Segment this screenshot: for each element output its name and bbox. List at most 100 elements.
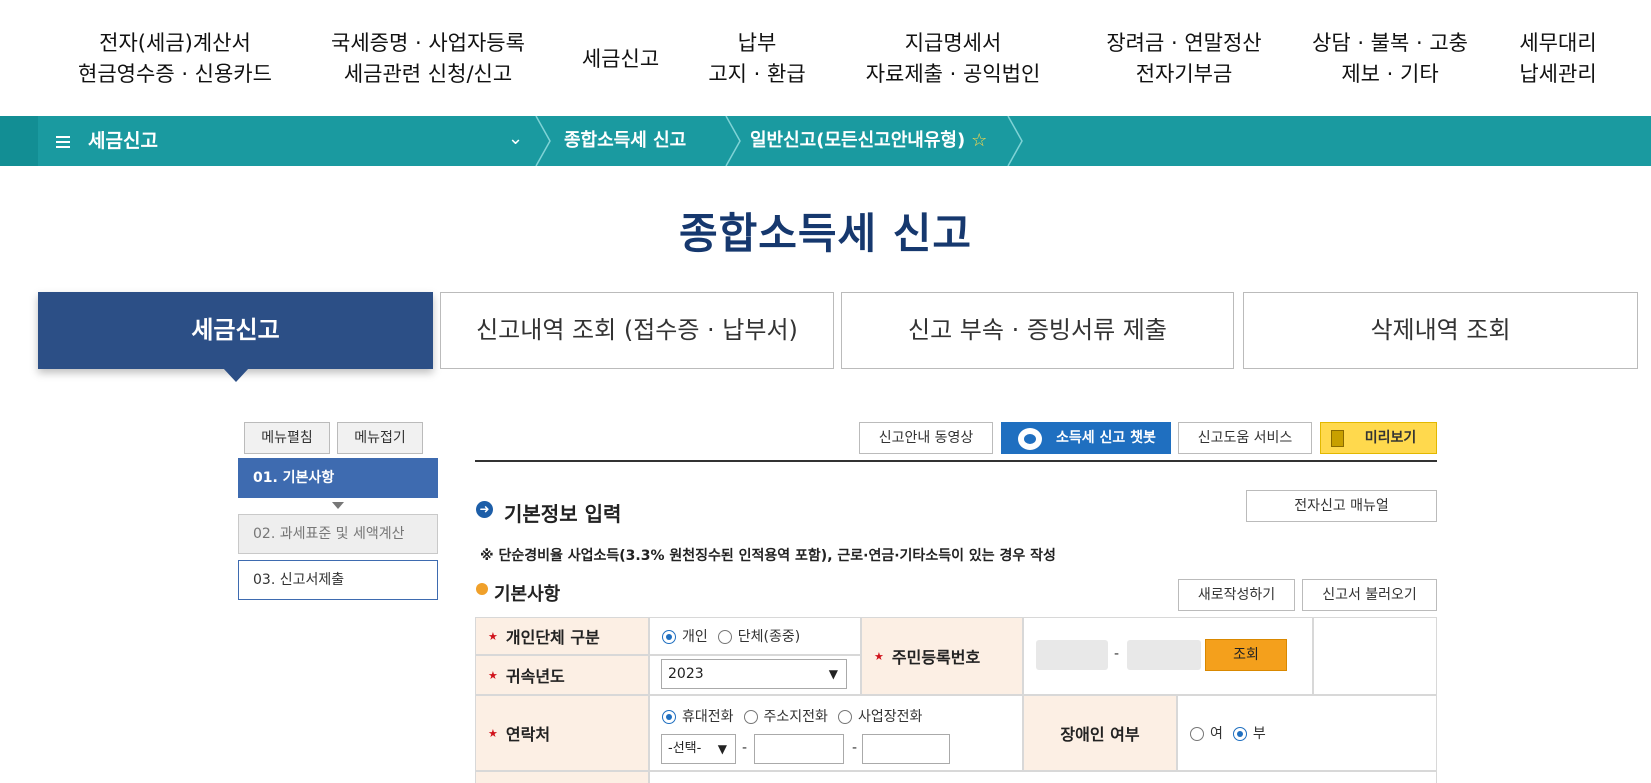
tab-tax-filing[interactable]: 세금신고 [38, 292, 433, 382]
nav-item-line1: 세금신고 [581, 47, 660, 71]
breadcrumb-separator-icon [535, 116, 551, 166]
contact-option-label: 주소지전화 [763, 709, 828, 725]
breadcrumb-general-filing-label: 일반신고(모든신고안내유형) [750, 130, 966, 151]
nav-item-line1: 세무대리 [1519, 31, 1597, 55]
preview-button[interactable]: 미리보기 [1320, 422, 1437, 454]
year-label-text: 귀속년도 [505, 667, 565, 686]
breadcrumb-income-tax[interactable]: 종합소득세 신고 [564, 116, 686, 166]
nav-item-tax-filing[interactable]: 세금신고 [563, 44, 678, 75]
section-note: ※ 단순경비율 사업소득(3.3% 원천징수된 인적용역 포함), 근로·연금·… [480, 548, 1056, 564]
page-title: 종합소득세 신고 [678, 209, 973, 258]
new-form-button[interactable]: 새로작성하기 [1178, 579, 1295, 611]
nav-item-line1: 전자(세금)계산서 [99, 31, 251, 55]
chevron-down-icon: ▼ [828, 667, 838, 681]
step-submit[interactable]: 03. 신고서제출 [238, 560, 438, 600]
required-icon: ★ [874, 649, 884, 663]
rrn-separator: - [1114, 646, 1120, 662]
nav-item-consultation[interactable]: 상담 · 불복 · 고충 제보 · 기타 [1300, 28, 1480, 90]
section-title: 기본정보 입력 [504, 502, 622, 526]
nav-item-e-invoice[interactable]: 전자(세금)계산서 현금영수증 · 신용카드 [60, 28, 290, 90]
nav-item-incentives[interactable]: 장려금 · 연말정산 전자기부금 [1086, 28, 1282, 90]
radio-unchecked-icon[interactable] [743, 710, 758, 724]
phone-prefix-value: -선택- [668, 741, 702, 756]
radio-unchecked-icon[interactable] [1190, 727, 1204, 741]
e-filing-manual-button[interactable]: 전자신고 매뉴얼 [1246, 490, 1437, 522]
type-label-text: 개인단체 구분 [505, 628, 600, 647]
chatbot-icon [1018, 428, 1042, 450]
type-option-individual[interactable]: 개인 [662, 626, 708, 646]
disabled-option-yes[interactable]: 여 [1190, 723, 1223, 743]
disabled-option-no[interactable]: 부 [1232, 723, 1266, 743]
rrn-label-text: 주민등록번호 [891, 648, 981, 667]
chevron-down-icon: ▼ [717, 742, 727, 756]
video-guide-button[interactable]: 신고안내 동영상 [859, 422, 993, 454]
breadcrumb-bar-inner: 세금신고 ⌄ 종합소득세 신고 일반신고(모든신고안내유형) ☆ [38, 116, 1651, 166]
chevron-down-icon[interactable]: ⌄ [508, 128, 523, 149]
document-icon [1331, 430, 1344, 447]
radio-unchecked-icon[interactable] [717, 630, 732, 644]
chatbot-button[interactable]: 소득세 신고 챗봇 [1001, 422, 1171, 454]
toolbar-divider [475, 460, 1437, 462]
phone-middle-input[interactable] [754, 734, 844, 764]
contact-option-label: 휴대전화 [682, 709, 734, 725]
phone-separator: - [852, 740, 858, 756]
type-option-label: 단체(종중) [737, 629, 801, 645]
tab-label: 세금신고 [191, 316, 280, 344]
rrn-front-masked[interactable] [1036, 640, 1108, 670]
type-option-group[interactable]: 단체(종중) [717, 626, 801, 646]
nav-item-tax-agent[interactable]: 세무대리 납세관리 [1508, 28, 1608, 90]
breadcrumb-general-filing[interactable]: 일반신고(모든신고안내유형) ☆ [750, 116, 987, 166]
nav-item-line1: 납부 [737, 31, 777, 55]
nav-item-line2: 자료제출 · 공익법인 [865, 62, 1041, 86]
tab-filing-history[interactable]: 신고내역 조회 (접수증 · 납부서) [440, 292, 834, 369]
phone-separator: - [742, 740, 748, 756]
step-basic-info[interactable]: 01. 기본사항 [238, 458, 438, 498]
next-row-label [475, 771, 649, 783]
rrn-back-masked[interactable] [1127, 640, 1201, 670]
nav-item-line2: 전자기부금 [1135, 62, 1233, 86]
star-icon[interactable]: ☆ [971, 130, 987, 151]
nav-item-line2: 현금영수증 · 신용카드 [78, 62, 272, 86]
contact-label: ★ 연락처 [475, 695, 649, 771]
menu-expand-button[interactable]: 메뉴펼침 [244, 422, 330, 454]
nav-item-line1: 지급명세서 [904, 31, 1002, 55]
type-label: ★ 개인단체 구분 [475, 617, 649, 655]
contact-option-business[interactable]: 사업장전화 [837, 706, 922, 726]
query-button[interactable]: 조회 [1205, 639, 1287, 671]
tab-attachments[interactable]: 신고 부속 · 증빙서류 제출 [841, 292, 1234, 369]
help-service-button[interactable]: 신고도움 서비스 [1178, 422, 1312, 454]
contact-option-home[interactable]: 주소지전화 [743, 706, 828, 726]
step-tax-calculation[interactable]: 02. 과세표준 및 세액계산 [238, 514, 438, 554]
radio-checked-icon[interactable] [662, 630, 676, 644]
load-form-button[interactable]: 신고서 불러오기 [1302, 579, 1437, 611]
year-select[interactable]: 2023 ▼ [661, 659, 847, 689]
preview-label: 미리보기 [1364, 430, 1417, 446]
radio-checked-icon[interactable] [1232, 727, 1247, 741]
breadcrumb-separator-icon [1007, 116, 1023, 166]
tab-pointer-icon [222, 368, 249, 382]
radio-checked-icon[interactable] [662, 710, 676, 724]
nav-item-line2: 제보 · 기타 [1341, 62, 1439, 86]
nav-item-payment[interactable]: 납부 고지 · 환급 [692, 28, 822, 90]
type-radio-group: 개인 단체(종중) [649, 617, 861, 655]
step-arrow-icon [332, 502, 344, 509]
contact-option-mobile[interactable]: 휴대전화 [662, 706, 734, 726]
type-option-label: 개인 [682, 629, 708, 645]
phone-prefix-select[interactable]: -선택- ▼ [661, 734, 736, 764]
tab-deleted-history[interactable]: 삭제내역 조회 [1243, 292, 1638, 369]
nav-item-payment-statements[interactable]: 지급명세서 자료제출 · 공익법인 [848, 28, 1058, 90]
required-icon: ★ [488, 629, 498, 643]
menu-toggle-button[interactable]: 세금신고 [38, 116, 538, 166]
tab-label: 신고 부속 · 증빙서류 제출 [908, 316, 1167, 344]
nav-item-line1: 상담 · 불복 · 고충 [1312, 31, 1468, 55]
breadcrumb-bar: 세금신고 ⌄ 종합소득세 신고 일반신고(모든신고안내유형) ☆ [0, 116, 1651, 166]
nav-item-certificates[interactable]: 국세증명 · 사업자등록 세금관련 신청/신고 [308, 28, 548, 90]
empty-cell [1313, 617, 1437, 695]
phone-last-input[interactable] [862, 734, 950, 764]
rrn-label: ★ 주민등록번호 [861, 617, 1023, 695]
menu-collapse-button[interactable]: 메뉴접기 [337, 422, 423, 454]
subsection-title: 기본사항 [494, 584, 561, 605]
radio-unchecked-icon[interactable] [837, 710, 852, 724]
menu-label: 세금신고 [88, 130, 158, 152]
year-select-value: 2023 [668, 666, 704, 682]
